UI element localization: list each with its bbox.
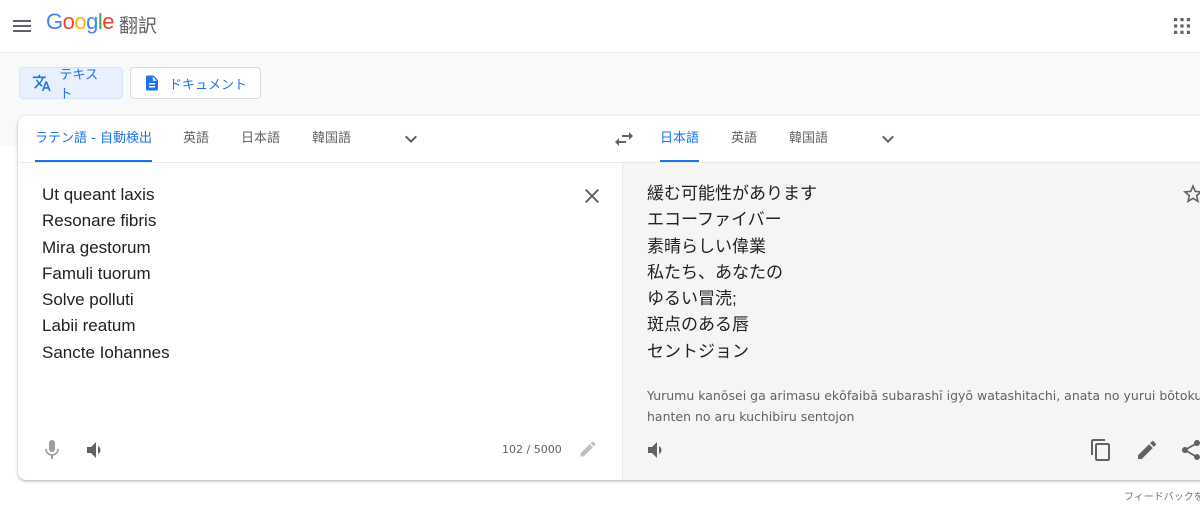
- source-tab-detect[interactable]: ラテン語 - 自動検出: [35, 116, 152, 162]
- menu-icon[interactable]: [10, 14, 34, 38]
- share-icon[interactable]: [1179, 438, 1200, 462]
- top-bar: Google 翻訳: [0, 0, 1200, 53]
- text-mode-label: テキスト: [59, 68, 99, 102]
- document-mode-label: ドキュメント: [169, 77, 248, 93]
- transliteration-text: Yurumu kanōsei ga arimasu ekōfaibā subar…: [647, 388, 1200, 424]
- translation-line: 斑点のある唇: [647, 315, 749, 335]
- translation-line: エコーファイバー: [647, 210, 782, 230]
- copy-icon[interactable]: [1089, 438, 1113, 462]
- logo-letter: g: [86, 9, 98, 34]
- save-translation-star-icon[interactable]: [1181, 182, 1200, 206]
- feedback-link[interactable]: フィードバックを: [1124, 488, 1200, 503]
- translation-speaker-icon[interactable]: [645, 438, 669, 462]
- logo-letter: o: [62, 9, 75, 34]
- target-tab-english[interactable]: 英語: [731, 116, 757, 162]
- source-line: Sancte Iohannes: [42, 342, 170, 362]
- microphone-icon[interactable]: [40, 438, 64, 462]
- source-line: Ut queant laxis: [42, 185, 155, 204]
- target-tab-japanese[interactable]: 日本語: [660, 116, 700, 162]
- handwriting-pencil-icon[interactable]: [578, 439, 598, 459]
- source-tab-japanese[interactable]: 日本語: [241, 116, 280, 162]
- source-line: Labii reatum: [42, 316, 136, 336]
- swap-languages-icon[interactable]: [612, 127, 636, 151]
- source-speaker-icon[interactable]: [84, 438, 108, 462]
- translation-line: 私たち、あなたの: [647, 262, 783, 282]
- clear-source-close-icon[interactable]: [580, 184, 604, 208]
- source-line: Mira gestorum: [42, 237, 151, 257]
- text-mode-button[interactable]: テキスト: [19, 67, 123, 102]
- translation-line: 素晴らしい偉業: [647, 236, 766, 256]
- translation-line: セントジョン: [647, 341, 749, 361]
- language-bar: ラテン語 - 自動検出 英語 日本語 韓国語 日本語 英語 韓国語: [18, 116, 1200, 163]
- target-tab-korean[interactable]: 韓国語: [789, 116, 828, 162]
- translation-pane: 緩む可能性があります エコーファイバー 素晴らしい偉業 私たち、あなたの ゆるい…: [622, 163, 1200, 480]
- source-tab-korean[interactable]: 韓国語: [312, 116, 351, 162]
- character-counter: 102 / 5000: [502, 443, 562, 456]
- source-text-area[interactable]: Ut queant laxis Resonare fibris Mira ges…: [42, 182, 170, 366]
- translation-card: ラテン語 - 自動検出 英語 日本語 韓国語 日本語 英語 韓国語 Ut que…: [18, 116, 1200, 480]
- source-tab-english[interactable]: 英語: [183, 116, 209, 162]
- target-more-languages-chevron-down-icon[interactable]: [876, 127, 900, 151]
- translation-text: 緩む可能性があります エコーファイバー 素晴らしい偉業 私たち、あなたの ゆるい…: [647, 181, 817, 365]
- source-line: Famuli tuorum: [42, 263, 151, 283]
- logo-letter: o: [74, 9, 87, 34]
- translate-icon: [32, 74, 51, 92]
- translation-line: 緩む可能性があります: [647, 184, 817, 203]
- source-more-languages-chevron-down-icon[interactable]: [399, 127, 423, 151]
- logo-letter: e: [102, 9, 115, 34]
- logo-letter: G: [46, 9, 63, 34]
- source-line: Solve polluti: [42, 290, 134, 310]
- source-line: Resonare fibris: [42, 211, 157, 231]
- document-icon: [146, 75, 158, 91]
- document-mode-button[interactable]: ドキュメント: [130, 67, 261, 99]
- translation-line: ゆるい冒涜;: [647, 289, 737, 309]
- product-name: 翻訳: [119, 15, 158, 37]
- google-logo[interactable]: Google: [46, 9, 115, 35]
- apps-grid-icon[interactable]: [1170, 14, 1194, 38]
- edit-translation-pencil-icon[interactable]: [1135, 438, 1159, 462]
